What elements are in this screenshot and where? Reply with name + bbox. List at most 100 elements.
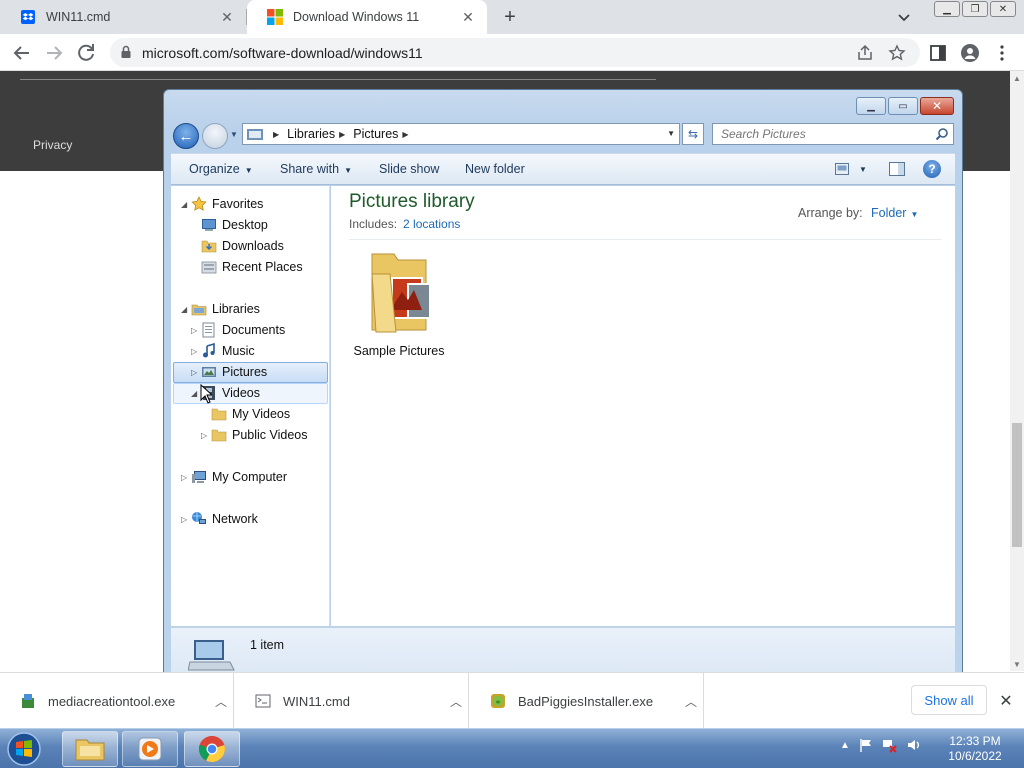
nav-music[interactable]: ▷ Music: [191, 341, 255, 361]
download-item[interactable]: BadPiggiesInstaller.exe ︿: [470, 673, 704, 729]
expand-arrow-icon[interactable]: ◢: [181, 305, 191, 314]
forward-arrow-icon[interactable]: [42, 41, 66, 65]
nav-label: Libraries: [212, 302, 260, 316]
taskbar-chrome-button[interactable]: [184, 731, 240, 767]
profile-avatar-icon[interactable]: [960, 43, 980, 63]
nav-pictures[interactable]: ▷ Pictures: [191, 362, 267, 382]
nav-desktop[interactable]: Desktop: [201, 215, 268, 235]
help-button[interactable]: ?: [923, 160, 941, 178]
nav-my-videos[interactable]: My Videos: [211, 404, 290, 424]
back-arrow-icon[interactable]: [10, 41, 34, 65]
nav-documents[interactable]: ▷ Documents: [191, 320, 285, 340]
nav-my-computer[interactable]: ▷ My Computer: [181, 467, 287, 487]
explorer-close-button[interactable]: ✕: [920, 97, 954, 115]
start-button-icon[interactable]: [4, 731, 44, 767]
taskbar-clock[interactable]: 12:33 PM 10/6/2022: [940, 734, 1010, 764]
download-item[interactable]: WIN11.cmd ︿: [235, 673, 469, 729]
sample-pictures-folder[interactable]: Sample Pictures: [349, 244, 449, 364]
expand-arrow-icon[interactable]: ▷: [201, 431, 211, 440]
back-button[interactable]: ←: [173, 123, 199, 149]
nav-recent-places[interactable]: Recent Places: [201, 257, 303, 277]
address-dropdown-icon[interactable]: ▼: [667, 129, 675, 138]
expand-arrow-icon[interactable]: ▷: [191, 326, 201, 335]
nav-favorites[interactable]: ◢ Favorites: [181, 194, 263, 214]
search-icon[interactable]: [935, 127, 949, 141]
navigation-pane: ◢ Favorites Desktop Downloads Recent Pla…: [171, 186, 330, 626]
change-view-button[interactable]: ▼: [835, 160, 867, 178]
history-dropdown-icon[interactable]: ▼: [230, 130, 238, 139]
close-tab-icon[interactable]: ✕: [218, 8, 236, 26]
chevron-up-icon[interactable]: ︿: [444, 693, 468, 710]
explorer-address-bar[interactable]: ▶ Libraries ▶ Pictures ▶ ▼: [242, 123, 680, 145]
arrange-by-dropdown[interactable]: Folder ▼: [871, 206, 918, 220]
breadcrumb-separator-icon[interactable]: ▶: [273, 130, 279, 139]
clock-date: 10/6/2022: [948, 749, 1002, 763]
more-menu-icon[interactable]: [992, 43, 1012, 63]
nav-public-videos[interactable]: ▷ Public Videos: [201, 425, 308, 445]
explorer-maximize-button[interactable]: ▭: [888, 97, 918, 115]
new-tab-button[interactable]: +: [498, 5, 522, 29]
privacy-link[interactable]: Privacy: [33, 138, 72, 152]
chevron-up-icon[interactable]: ︿: [209, 693, 233, 710]
nav-downloads[interactable]: Downloads: [201, 236, 284, 256]
nav-network[interactable]: ▷ Network: [181, 509, 258, 529]
forward-button[interactable]: [202, 123, 228, 149]
expand-arrow-icon[interactable]: ▷: [191, 368, 201, 377]
minimize-window-button[interactable]: ▁: [934, 1, 960, 17]
preview-pane-button[interactable]: [889, 160, 905, 178]
close-window-button[interactable]: ✕: [990, 1, 1016, 17]
breadcrumb-separator-icon[interactable]: ▶: [339, 130, 345, 139]
tab-download-windows-11[interactable]: Download Windows 11 ✕: [247, 0, 487, 34]
volume-icon[interactable]: [906, 737, 922, 753]
installer-icon: [22, 694, 34, 708]
breadcrumb-libraries[interactable]: Libraries: [287, 127, 335, 141]
expand-arrow-icon[interactable]: ▷: [181, 473, 191, 482]
scroll-up-arrow-icon[interactable]: ▲: [1010, 71, 1024, 85]
restore-window-button[interactable]: ❐: [962, 1, 988, 17]
close-shelf-icon[interactable]: ✕: [996, 691, 1016, 711]
side-panel-icon[interactable]: [928, 43, 948, 63]
address-bar[interactable]: microsoft.com/software-download/windows1…: [110, 38, 920, 67]
page-scrollbar[interactable]: ▲ ▼: [1010, 71, 1024, 671]
lock-icon[interactable]: [119, 45, 133, 59]
downloads-folder-icon: [201, 240, 217, 253]
new-folder-button[interactable]: New folder: [465, 162, 525, 176]
nav-label: My Computer: [212, 470, 288, 484]
breadcrumb-separator-icon[interactable]: ▶: [402, 130, 408, 139]
computer-icon: [192, 471, 206, 483]
locations-link[interactable]: 2 locations: [403, 217, 460, 231]
search-box[interactable]: [712, 123, 954, 145]
taskbar-explorer-button[interactable]: [62, 731, 118, 767]
tab-win11-cmd[interactable]: WIN11.cmd ✕: [0, 0, 246, 34]
reload-icon[interactable]: [74, 41, 98, 65]
explorer-minimize-button[interactable]: ▁: [856, 97, 886, 115]
show-hidden-icons-icon[interactable]: ▲: [840, 740, 850, 751]
tab-search-icon[interactable]: [895, 8, 913, 26]
slide-show-button[interactable]: Slide show: [379, 162, 439, 176]
download-shelf: mediacreationtool.exe ︿ WIN11.cmd ︿ BadP…: [0, 672, 1024, 729]
search-input[interactable]: [713, 124, 933, 144]
expand-arrow-icon[interactable]: ◢: [181, 200, 191, 209]
download-item[interactable]: mediacreationtool.exe ︿: [0, 673, 234, 729]
chevron-up-icon[interactable]: ︿: [679, 693, 703, 710]
bookmark-star-icon[interactable]: [888, 44, 906, 62]
nav-label: Pictures: [222, 365, 268, 379]
scroll-down-arrow-icon[interactable]: ▼: [1010, 657, 1024, 671]
breadcrumb-pictures[interactable]: Pictures: [353, 127, 398, 141]
recent-places-icon: [201, 261, 217, 274]
expand-arrow-icon[interactable]: ▷: [181, 515, 191, 524]
expand-arrow-icon[interactable]: ▷: [191, 347, 201, 356]
divider: [20, 79, 656, 80]
close-tab-icon[interactable]: ✕: [459, 8, 477, 26]
nav-libraries[interactable]: ◢ Libraries: [181, 299, 260, 319]
desktop-icon: [202, 219, 216, 231]
organize-button[interactable]: Organize ▼: [189, 162, 253, 176]
share-icon[interactable]: [856, 44, 874, 62]
show-all-button[interactable]: Show all: [911, 685, 987, 715]
scrollbar-thumb[interactable]: [1012, 423, 1022, 547]
refresh-button[interactable]: ⇆: [682, 123, 704, 145]
action-center-flag-icon[interactable]: [858, 737, 874, 753]
share-with-button[interactable]: Share with ▼: [280, 162, 352, 176]
network-disconnected-icon[interactable]: [882, 737, 898, 753]
taskbar-media-player-button[interactable]: [122, 731, 178, 767]
